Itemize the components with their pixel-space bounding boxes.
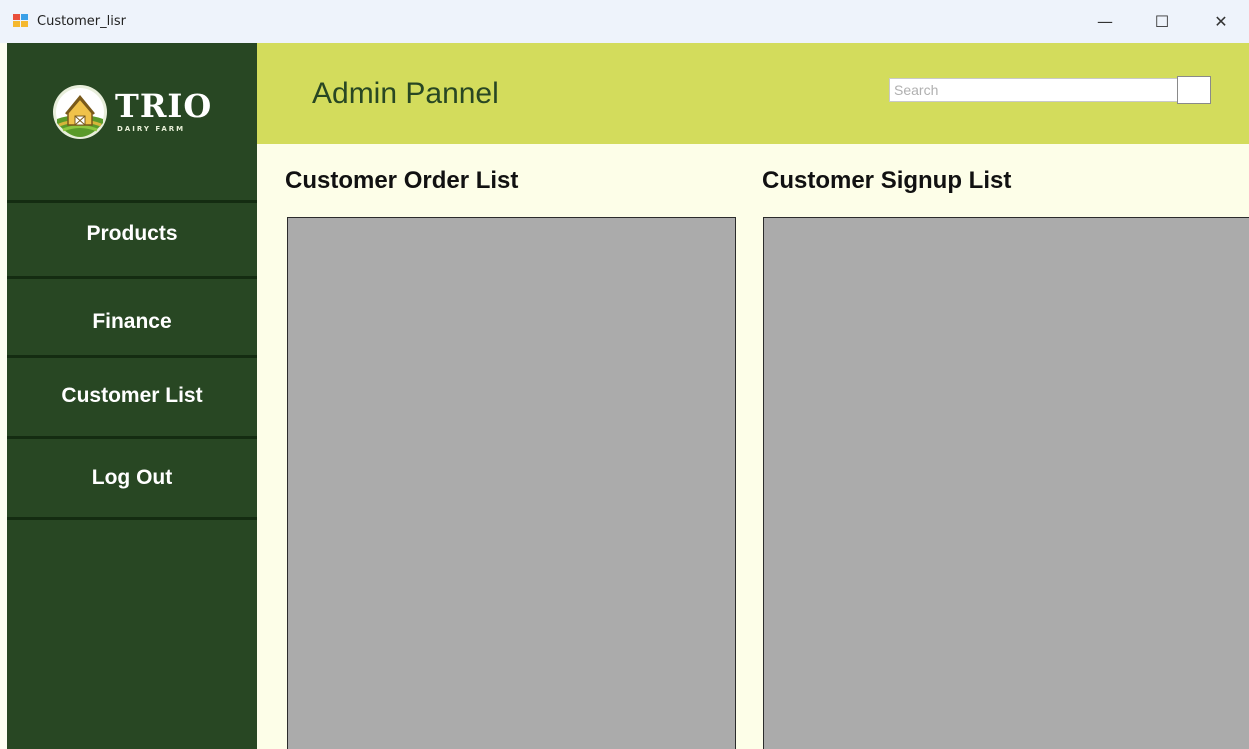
sidebar-item-customer-list[interactable]: Customer List: [7, 384, 257, 408]
window-edge: [0, 43, 7, 749]
window-title: Customer_lisr: [37, 14, 126, 29]
page-title: Admin Pannel: [312, 77, 499, 110]
search-button[interactable]: [1177, 76, 1211, 104]
customer-signup-list-grid[interactable]: [763, 217, 1249, 749]
nav-divider: [7, 355, 257, 358]
customer-order-list-title: Customer Order List: [285, 167, 519, 194]
sidebar-item-finance[interactable]: Finance: [7, 310, 257, 334]
farm-barn-icon: [53, 85, 107, 139]
customer-signup-list-title: Customer Signup List: [762, 167, 1012, 194]
close-button[interactable]: ✕: [1198, 0, 1244, 43]
logo-subtitle: DAIRY FARM: [117, 125, 186, 133]
maximize-button[interactable]: ☐: [1139, 0, 1185, 43]
sidebar-item-log-out[interactable]: Log Out: [7, 466, 257, 490]
header: Admin Pannel: [257, 43, 1249, 144]
sidebar-item-products[interactable]: Products: [7, 222, 257, 246]
customer-order-list-grid[interactable]: [287, 217, 736, 749]
sidebar: TRIO DAIRY FARM Products Finance Custome…: [7, 43, 257, 749]
main-content: Customer Order List Customer Signup List: [257, 144, 1249, 749]
trio-logo: TRIO DAIRY FARM: [51, 81, 221, 145]
app-icon: [13, 14, 29, 28]
nav-divider: [7, 517, 257, 520]
nav-divider: [7, 200, 257, 203]
minimize-button[interactable]: —: [1082, 0, 1128, 43]
logo-name: TRIO: [115, 87, 213, 125]
window-title-bar: Customer_lisr — ☐ ✕: [0, 0, 1249, 43]
nav-divider: [7, 276, 257, 279]
search-input[interactable]: [889, 78, 1178, 102]
nav-divider: [7, 436, 257, 439]
